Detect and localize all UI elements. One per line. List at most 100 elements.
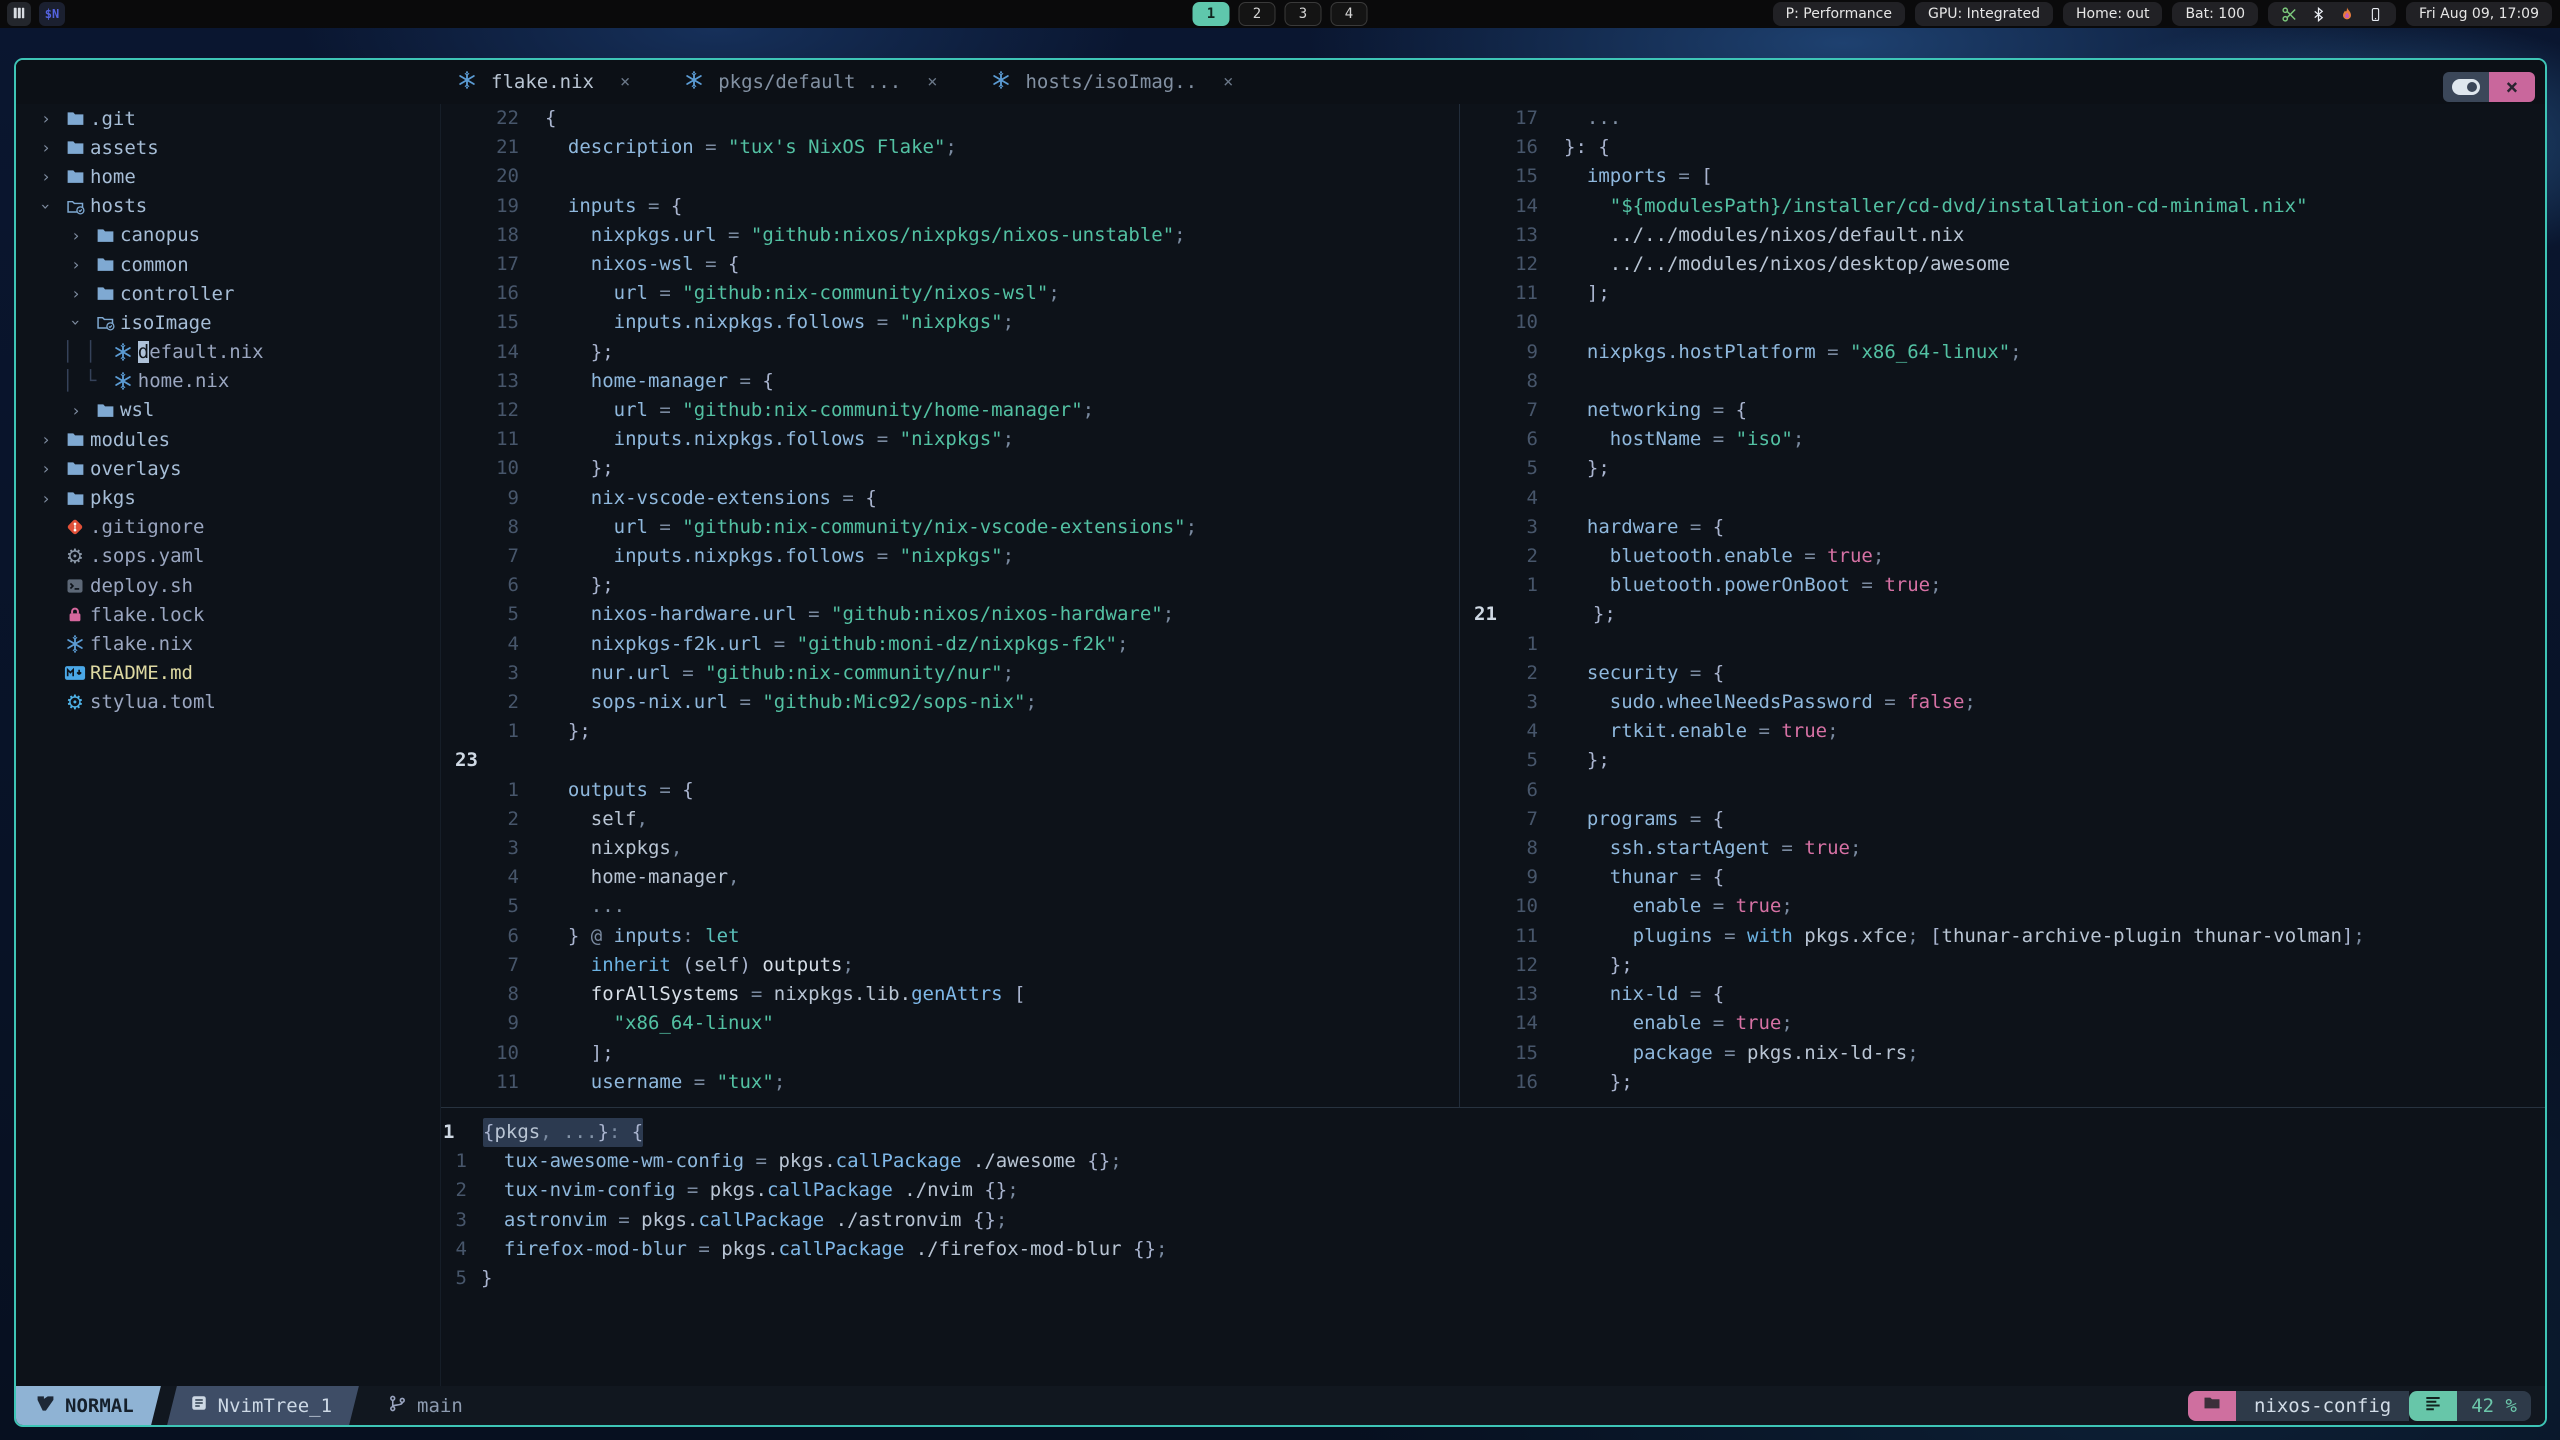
buffer-label: NvimTree_1 (217, 1394, 333, 1417)
git-branch-indicator: main (388, 1394, 463, 1418)
tree-item-label: controller (120, 282, 235, 305)
chevron-open-icon[interactable]: › (67, 309, 86, 337)
tab-pkgs-default-[interactable]: pkgs/default ... × (684, 70, 937, 95)
code-text: security = { (1564, 661, 1725, 684)
line-number: 15 (1515, 165, 1538, 188)
chevron-closed-icon[interactable]: › (32, 489, 60, 508)
tree-item-.gitignore[interactable]: .gitignore (16, 513, 441, 542)
chevron-closed-icon[interactable]: › (62, 226, 90, 245)
tab-flake-nix[interactable]: flake.nix × (457, 70, 630, 95)
tree-item-home.nix[interactable]: │ └ home.nix (16, 367, 441, 396)
tab-close-icon[interactable]: × (927, 72, 937, 92)
tab-hosts-isoImag-[interactable]: hosts/isoImag.. × (991, 70, 1233, 95)
chevron-closed-icon[interactable]: › (32, 167, 60, 186)
tree-item-overlays[interactable]: › overlays (16, 454, 441, 483)
tree-item-deploy.sh[interactable]: deploy.sh (16, 571, 441, 600)
tree-item-flake.nix[interactable]: flake.nix (16, 629, 441, 658)
chevron-closed-icon[interactable]: › (62, 255, 90, 274)
folder-open-icon (60, 196, 90, 217)
tree-item-controller[interactable]: › controller (16, 279, 441, 308)
line-number: 2 (507, 691, 519, 714)
tree-item-.git[interactable]: › .git (16, 104, 441, 133)
bluetooth-icon[interactable] (2311, 6, 2326, 22)
tree-item-README.md[interactable]: README.md (16, 659, 441, 688)
code-line: 9 nixpkgs.hostPlatform = "x86_64-linux"; (1460, 338, 2545, 367)
code-text: ]; (545, 1041, 614, 1064)
status-pill-0: P: Performance (1772, 2, 1905, 26)
code-text: inputs.nixpkgs.follows = "nixpkgs"; (545, 311, 1015, 334)
editor-pane-iso-default-nix[interactable]: 17 ... 16}: {15 imports = [14 "${modulesP… (1460, 104, 2545, 1107)
line-number: 21 (496, 136, 519, 159)
workspace-button-3[interactable]: 3 (1284, 2, 1322, 26)
tree-item-stylua.toml[interactable]: ⚙ stylua.toml (16, 688, 441, 717)
line-number: 8 (1526, 837, 1538, 860)
workspace-button-2[interactable]: 2 (1238, 2, 1276, 26)
tree-item-wsl[interactable]: › wsl (16, 396, 441, 425)
line-number: 5 (507, 603, 519, 626)
tree-item-modules[interactable]: › modules (16, 425, 441, 454)
tab-close-icon[interactable]: × (1223, 72, 1233, 92)
file-tree-panel[interactable]: › .git › assets › home › hosts › canopus › common › c… (16, 104, 441, 1386)
chevron-closed-icon[interactable]: › (32, 430, 60, 449)
line-number: 2 (1526, 661, 1538, 684)
code-text: package = pkgs.nix-ld-rs; (1564, 1041, 1919, 1064)
tree-item-pkgs[interactable]: › pkgs (16, 483, 441, 512)
line-number: 11 (496, 1070, 519, 1093)
tree-item-common[interactable]: › common (16, 250, 441, 279)
tab-bar: flake.nix × pkgs/default ... × hosts/isoImag… (16, 60, 2545, 104)
tree-item-default.nix[interactable]: │ │ default.nix (16, 338, 441, 367)
folder-open-icon (90, 312, 120, 333)
code-text: nixpkgs-f2k.url = "github:moni-dz/nixpkg… (545, 632, 1129, 655)
phone-icon[interactable] (2368, 7, 2383, 22)
chevron-closed-icon[interactable]: › (32, 138, 60, 157)
tree-item-label: isoImage (120, 311, 212, 334)
mode-label: NORMAL (65, 1394, 134, 1417)
window-close-button[interactable]: × (2489, 72, 2535, 102)
code-line: 4 rtkit.enable = true; (1460, 717, 2545, 746)
line-number: 4 (1526, 486, 1538, 509)
status-pill-1: GPU: Integrated (1914, 2, 2053, 26)
code-line: 10 (1460, 308, 2545, 337)
tab-close-icon[interactable]: × (620, 72, 630, 92)
line-number: 23 (455, 749, 478, 772)
chevron-closed-icon[interactable]: › (62, 284, 90, 303)
window-toggle-button[interactable] (2443, 72, 2489, 102)
code-text: }; (1564, 749, 1610, 772)
code-text: { (545, 107, 557, 129)
line-number: 8 (1526, 369, 1538, 392)
code-text: tux-nvim-config = pkgs.callPackage ./nvi… (481, 1179, 1019, 1202)
workspace-button-1[interactable]: 1 (1192, 2, 1230, 26)
flame-icon[interactable] (2339, 6, 2355, 22)
code-line: 2 security = { (1460, 659, 2545, 688)
chevron-closed-icon[interactable]: › (32, 459, 60, 478)
folder-icon (60, 488, 90, 509)
tree-item-home[interactable]: › home (16, 162, 441, 191)
code-text: nixos-hardware.url = "github:nixos/nixos… (545, 603, 1175, 626)
tree-item-assets[interactable]: › assets (16, 133, 441, 162)
toggle-switch-icon (2452, 79, 2480, 95)
code-text: rtkit.enable = true; (1564, 720, 1839, 743)
tree-item-hosts[interactable]: › hosts (16, 192, 441, 221)
code-line: 2 tux-nvim-config = pkgs.callPackage ./n… (441, 1176, 2545, 1205)
line-number: 1 (443, 1121, 455, 1143)
scissors-icon[interactable] (2281, 6, 2298, 23)
code-text: }; (545, 720, 591, 743)
chevron-closed-icon[interactable]: › (62, 401, 90, 420)
editor-pane-pkgs-default-nix[interactable]: 1 {pkgs, ...}: {1 tux-awesome-wm-config =… (441, 1108, 2545, 1396)
tree-item-isoImage[interactable]: › isoImage (16, 308, 441, 337)
line-number: 14 (496, 340, 519, 363)
chevron-open-icon[interactable]: › (37, 192, 56, 220)
editor-pane-flake-nix[interactable]: 22{21 description = "tux's NixOS Flake";… (441, 104, 1459, 1107)
app-launcher-button[interactable] (7, 2, 31, 26)
code-line: 1 (1460, 630, 2545, 659)
code-line: 12 ../../modules/nixos/desktop/awesome (1460, 250, 2545, 279)
workspace-app-button[interactable]: $N (39, 2, 65, 26)
chevron-closed-icon[interactable]: › (32, 109, 60, 128)
tree-item-canopus[interactable]: › canopus (16, 221, 441, 250)
tree-item-.sops.yaml[interactable]: ⚙ .sops.yaml (16, 542, 441, 571)
line-number: 9 (507, 1012, 519, 1035)
line-number: 9 (507, 486, 519, 509)
workspace-button-4[interactable]: 4 (1330, 2, 1368, 26)
code-text: bluetooth.enable = true; (1564, 545, 1885, 568)
tree-item-flake.lock[interactable]: flake.lock (16, 600, 441, 629)
